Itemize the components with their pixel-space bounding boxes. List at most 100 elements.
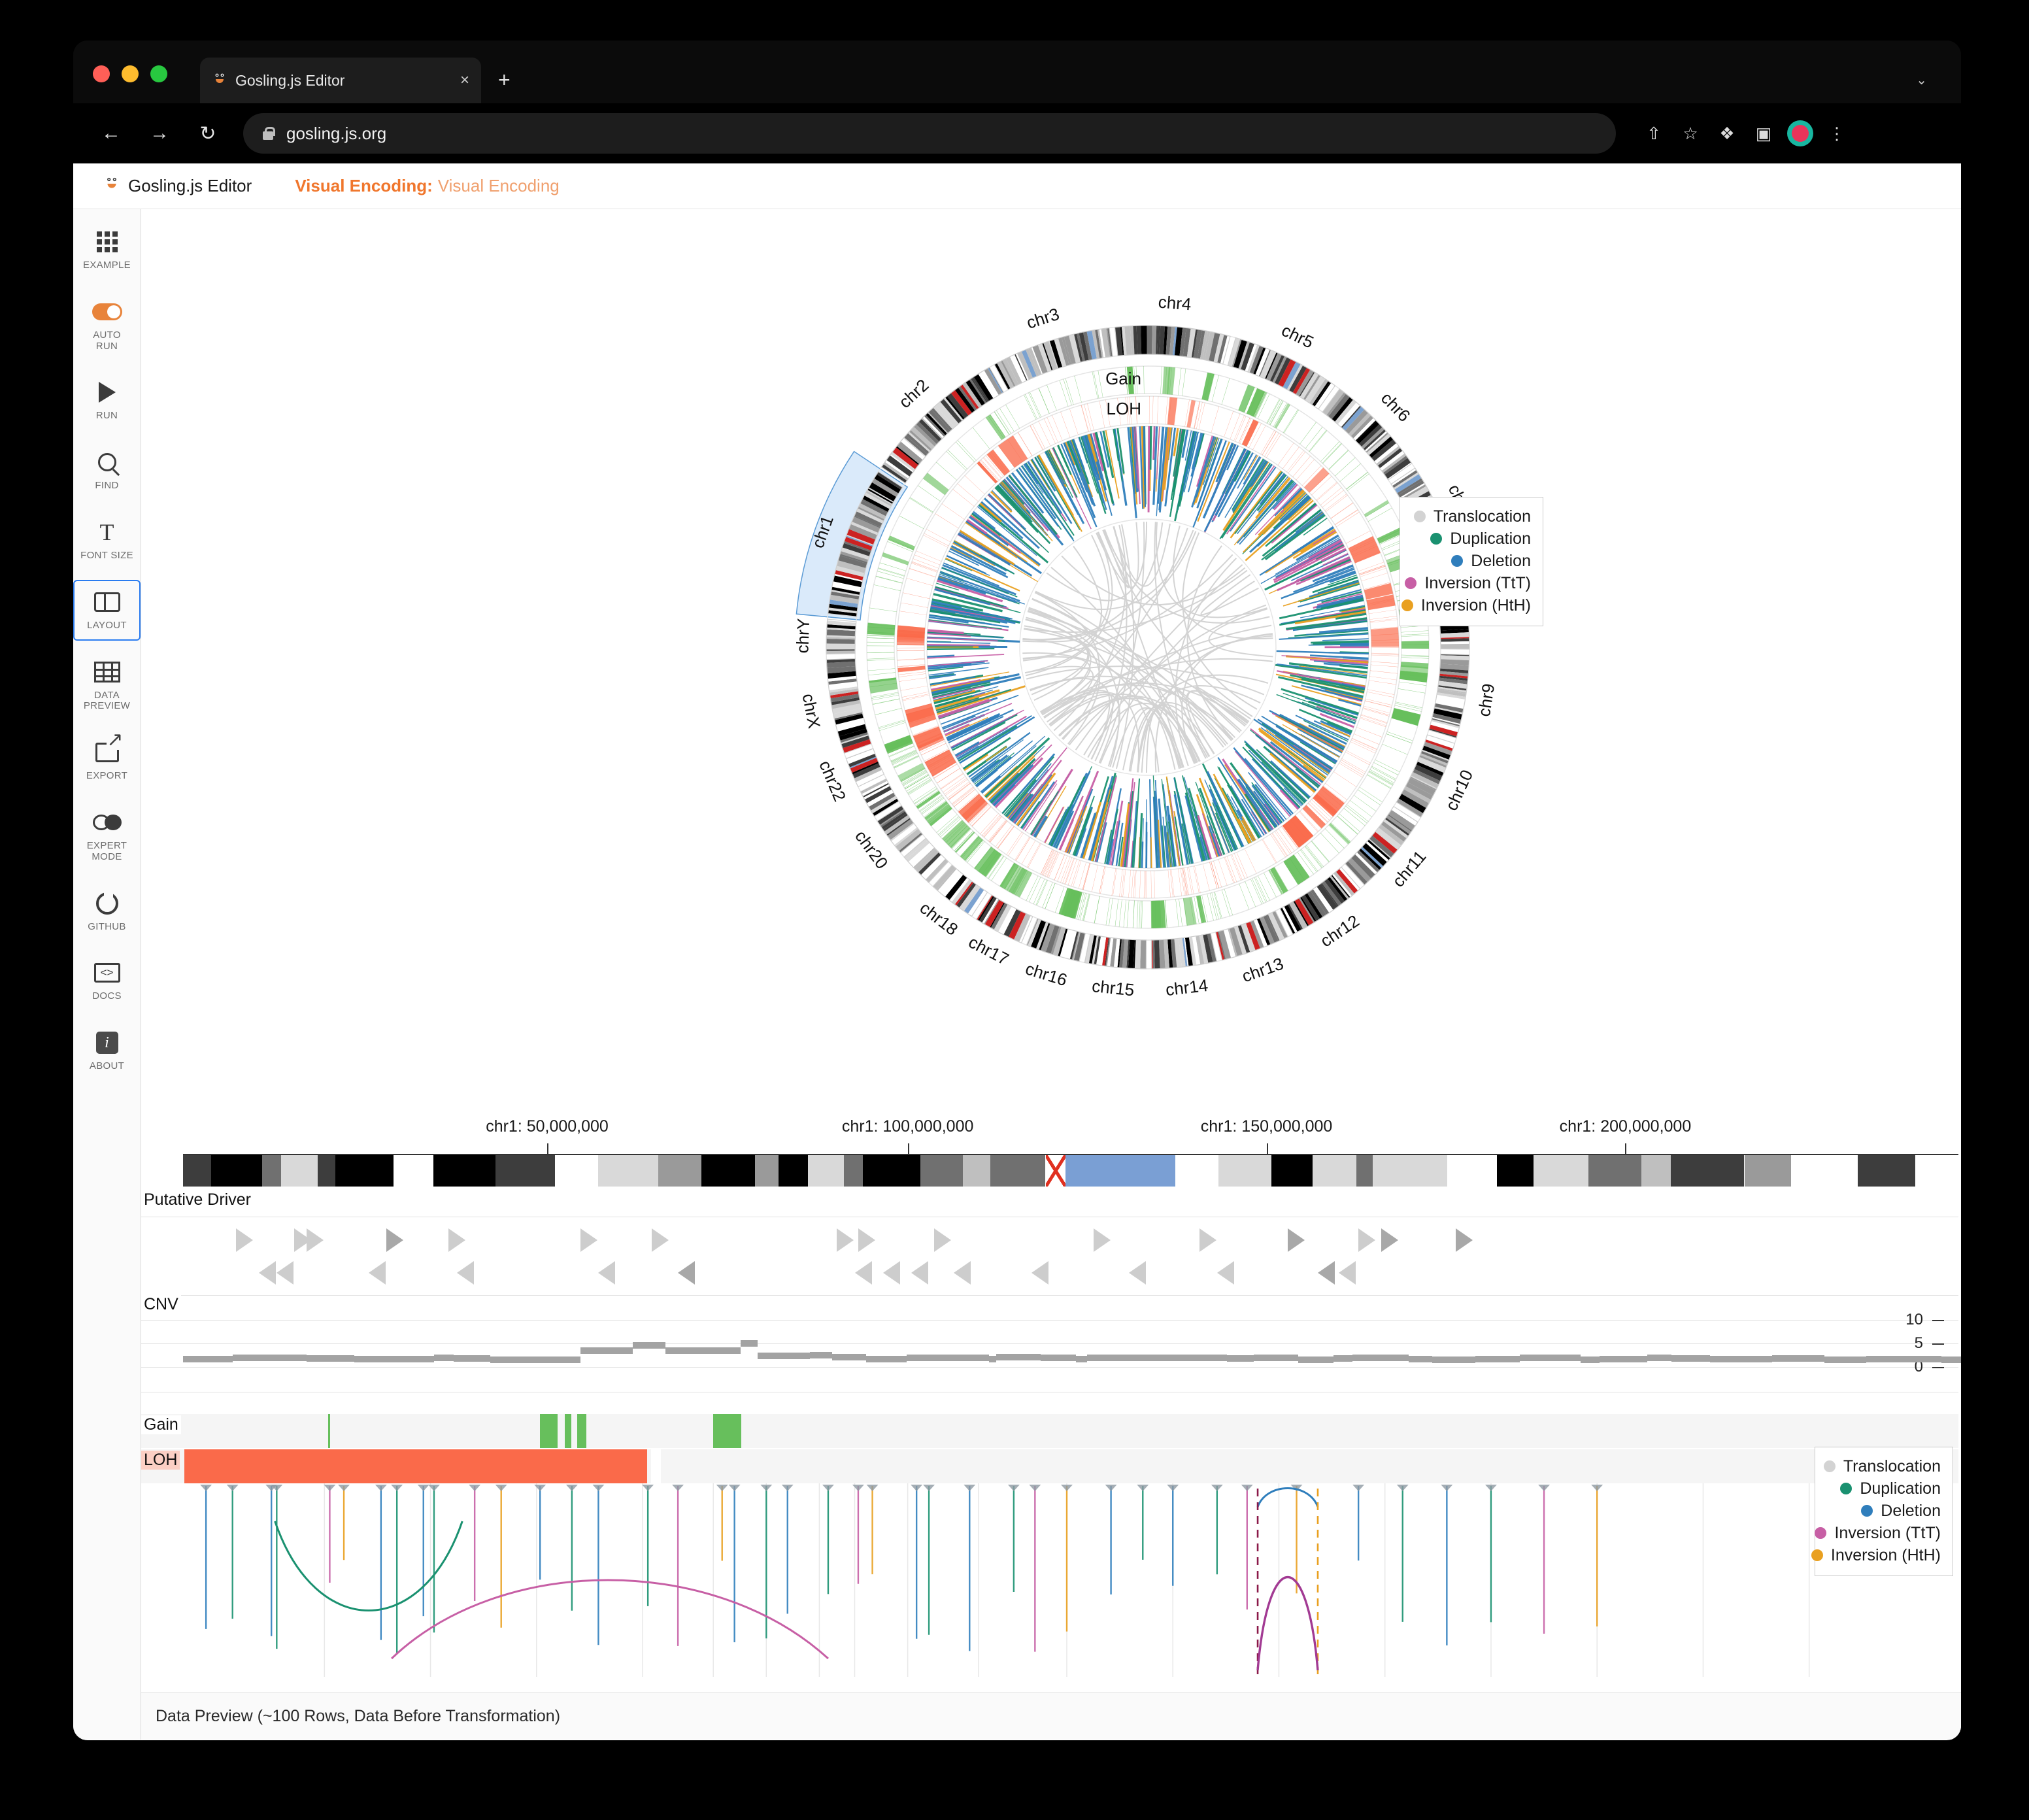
reload-icon[interactable]: ↻ — [190, 115, 226, 152]
ideogram-band — [183, 1155, 212, 1187]
cnv-segment — [1253, 1355, 1299, 1362]
chromosome-label-chr17: chr17 — [965, 932, 1013, 969]
sidebar-item-expert-mode[interactable]: EXPERT MODE — [73, 800, 141, 872]
putative-driver-marker[interactable] — [1288, 1228, 1305, 1252]
window-minimize-button[interactable] — [122, 65, 139, 82]
window-close-button[interactable] — [93, 65, 110, 82]
bookmark-star-icon[interactable]: ☆ — [1672, 115, 1709, 152]
table-icon — [93, 661, 120, 682]
linear-genome-view[interactable]: chr1: 50,000,000 chr1: 100,000,000 chr1: 1… — [141, 1117, 1961, 1693]
ideogram-band — [211, 1155, 263, 1187]
putative-driver-marker[interactable] — [580, 1228, 598, 1252]
sidebar-item-label: ABOUT — [89, 1060, 125, 1072]
ideogram-band — [862, 1155, 921, 1187]
sidebar-item-auto-run[interactable]: AUTO RUN — [73, 290, 141, 362]
legend-label: Inversion (TtT) — [1834, 1523, 1941, 1542]
circular-legend-item: Duplication — [1412, 528, 1531, 550]
chevron-down-icon[interactable]: ⌄ — [1916, 72, 1927, 88]
ideogram-band — [393, 1155, 434, 1187]
putative-driver-marker[interactable] — [277, 1261, 294, 1285]
ideogram-band — [1858, 1155, 1916, 1187]
putative-driver-marker[interactable] — [678, 1261, 696, 1285]
putative-driver-marker[interactable] — [386, 1228, 403, 1252]
cnv-segment — [354, 1356, 402, 1363]
sidebar-item-about[interactable]: i ABOUT — [73, 1020, 141, 1081]
structural-variant-track[interactable] — [141, 1483, 1958, 1679]
grid-icon — [96, 228, 118, 256]
sidebar-item-layout[interactable]: LAYOUT — [73, 579, 141, 641]
ideogram-band — [701, 1155, 755, 1187]
putative-driver-marker[interactable] — [368, 1261, 386, 1285]
loh-gap — [650, 1449, 661, 1483]
extensions-puzzle-icon[interactable]: ❖ — [1709, 115, 1745, 152]
circular-genome-view[interactable]: chr1chr2chr3chr4chr5chr6chr7chr8chr9chr1… — [141, 209, 1958, 1144]
putative-driver-marker[interactable] — [1339, 1261, 1356, 1285]
ideogram-highlight-region[interactable] — [1065, 1155, 1176, 1187]
putative-driver-marker[interactable] — [1381, 1228, 1399, 1252]
sidebar-item-data-preview[interactable]: DATA PREVIEW — [73, 650, 141, 722]
putative-driver-marker[interactable] — [1317, 1261, 1335, 1285]
sidebar-item-export[interactable]: EXPORT — [73, 730, 141, 791]
legend-linear: Translocation Duplication Deletion Inversio… — [1811, 1447, 1953, 1576]
close-icon[interactable]: × — [460, 73, 469, 88]
toggle-on-icon[interactable] — [92, 303, 122, 320]
cnv-segment — [1432, 1357, 1476, 1364]
sidebar-item-docs[interactable]: <> DOCS — [73, 951, 141, 1011]
putative-driver-marker[interactable] — [448, 1228, 465, 1252]
new-tab-button[interactable]: + — [498, 69, 511, 90]
play-icon — [98, 378, 116, 407]
putative-driver-marker[interactable] — [457, 1261, 475, 1285]
putative-driver-marker[interactable] — [934, 1228, 952, 1252]
putative-driver-marker[interactable] — [1455, 1228, 1473, 1252]
loh-track[interactable] — [141, 1449, 1958, 1483]
ideogram-track[interactable] — [183, 1155, 1958, 1187]
window-maximize-button[interactable] — [150, 65, 167, 82]
putative-driver-marker[interactable] — [259, 1261, 277, 1285]
putative-driver-marker[interactable] — [1216, 1261, 1234, 1285]
putative-driver-marker[interactable] — [953, 1261, 971, 1285]
avatar[interactable] — [1782, 115, 1819, 152]
status-bar[interactable]: Data Preview (~100 Rows, Data Before Tra… — [141, 1693, 1961, 1740]
sidebar-item-github[interactable]: GITHUB — [73, 881, 141, 942]
putative-driver-marker[interactable] — [1128, 1261, 1146, 1285]
sidebar-item-example[interactable]: EXAMPLE — [73, 220, 141, 280]
forward-icon[interactable]: → — [141, 115, 178, 152]
sidebar-item-find[interactable]: FIND — [73, 440, 141, 501]
putative-driver-marker[interactable] — [307, 1228, 324, 1252]
overflow-menu-icon[interactable]: ⋮ — [1819, 115, 1855, 152]
sidebar-item-run[interactable]: RUN — [73, 370, 141, 431]
putative-driver-marker[interactable] — [882, 1261, 900, 1285]
ideogram-band — [1271, 1155, 1313, 1187]
putative-driver-marker[interactable] — [1093, 1228, 1111, 1252]
address-bar[interactable]: gosling.js.org — [243, 113, 1616, 154]
putative-driver-marker[interactable] — [1358, 1228, 1376, 1252]
axis-tick-mark — [1266, 1143, 1268, 1154]
share-icon[interactable]: ⇧ — [1635, 115, 1672, 152]
cnv-segment — [996, 1354, 1041, 1361]
putative-driver-track[interactable] — [141, 1190, 1958, 1294]
putative-driver-marker[interactable] — [858, 1228, 875, 1252]
back-icon[interactable]: ← — [93, 115, 129, 152]
circos-plot[interactable]: chr1chr2chr3chr4chr5chr6chr7chr8chr9chr1… — [769, 229, 1527, 1098]
cnv-segment — [580, 1347, 633, 1354]
putative-driver-marker[interactable] — [1031, 1261, 1048, 1285]
putative-driver-marker[interactable] — [911, 1261, 929, 1285]
sidebar-item-font-size[interactable]: T FONT SIZE — [73, 510, 141, 571]
putative-driver-marker[interactable] — [1199, 1228, 1216, 1252]
putative-driver-marker[interactable] — [598, 1261, 616, 1285]
cnv-track[interactable]: 10 5 0 — [141, 1295, 1961, 1413]
sidebar-item-label: EXPERT MODE — [86, 839, 127, 862]
putative-driver-marker[interactable] — [651, 1228, 669, 1252]
putative-driver-marker[interactable] — [837, 1228, 854, 1252]
circular-legend-item: Inversion (TtT) — [1405, 572, 1531, 594]
circular-legend-item: Inversion (HtH) — [1401, 594, 1531, 616]
browser-tab[interactable]: Gosling.js Editor × — [200, 58, 481, 103]
putative-driver-marker[interactable] — [854, 1261, 872, 1285]
gain-track[interactable] — [141, 1414, 1958, 1448]
code-docs-icon: <> — [93, 958, 120, 987]
side-panel-icon[interactable]: ▣ — [1745, 115, 1782, 152]
legend-label: Deletion — [1471, 551, 1531, 570]
cnv-segment — [632, 1341, 666, 1349]
putative-driver-marker[interactable] — [236, 1228, 254, 1252]
sidebar-item-label: LAYOUT — [87, 619, 127, 631]
